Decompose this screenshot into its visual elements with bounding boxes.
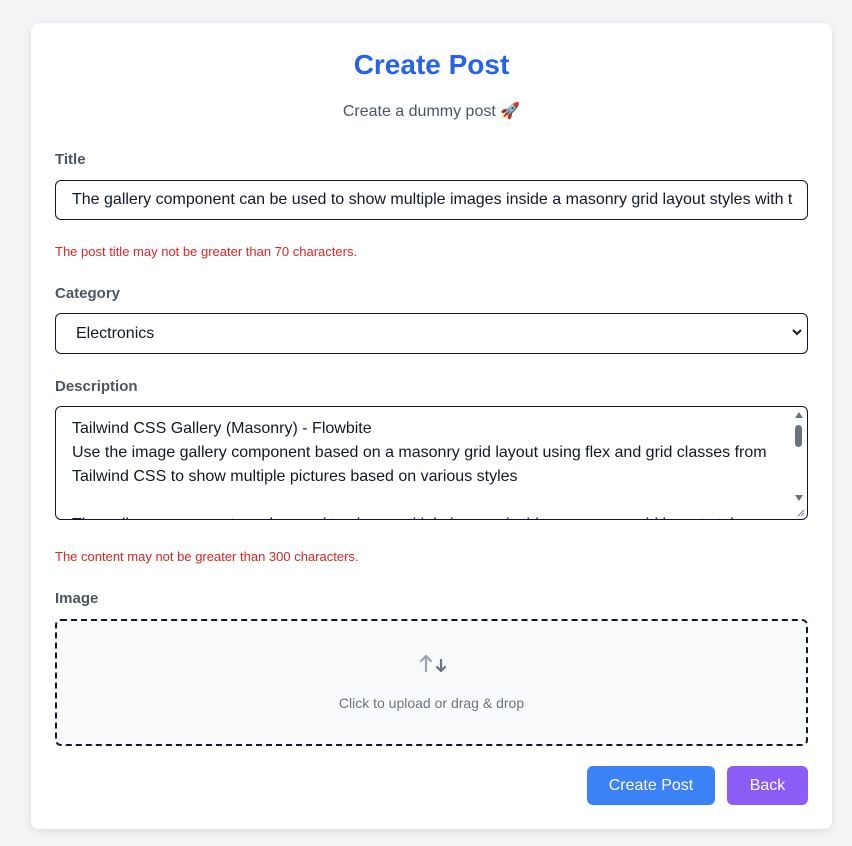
chevron-down-icon	[792, 329, 802, 336]
category-select[interactable]: Electronics	[55, 313, 808, 354]
create-post-button[interactable]: Create Post	[587, 766, 715, 805]
category-select-value: Electronics	[76, 325, 155, 342]
title-input-value: The gallery component can be used to sho…	[72, 191, 793, 208]
scroll-up-icon[interactable]	[795, 412, 803, 418]
title-input[interactable]: The gallery component can be used to sho…	[55, 180, 808, 220]
scrollbar-thumb[interactable]	[795, 425, 802, 447]
page-title: Create Post	[353, 49, 510, 80]
upload-arrows-icon	[419, 654, 447, 673]
back-button[interactable]: Back	[727, 766, 808, 805]
title-error: The post title may not be greater than 7…	[55, 244, 358, 259]
description-label: Description	[55, 378, 138, 395]
upload-instructions: Click to upload or drag & drop	[338, 695, 525, 711]
image-dropzone[interactable]: Click to upload or drag & drop	[55, 619, 808, 746]
scroll-down-icon[interactable]	[795, 495, 803, 501]
category-label: Category	[55, 285, 121, 302]
description-textarea[interactable]: Tailwind CSS Gallery (Masonry) - Flowbit…	[55, 406, 808, 520]
create-post-card: Create Post Create a dummy post 🚀 Title …	[31, 23, 832, 829]
image-label: Image	[55, 590, 99, 607]
resize-handle-icon[interactable]	[795, 507, 805, 517]
description-error: The content may not be greater than 300 …	[55, 549, 359, 564]
description-textarea-value: Tailwind CSS Gallery (Masonry) - Flowbit…	[72, 420, 767, 519]
title-label: Title	[55, 151, 86, 168]
description-scrollbar[interactable]	[792, 408, 806, 505]
page-subtitle: Create a dummy post 🚀	[342, 103, 521, 120]
